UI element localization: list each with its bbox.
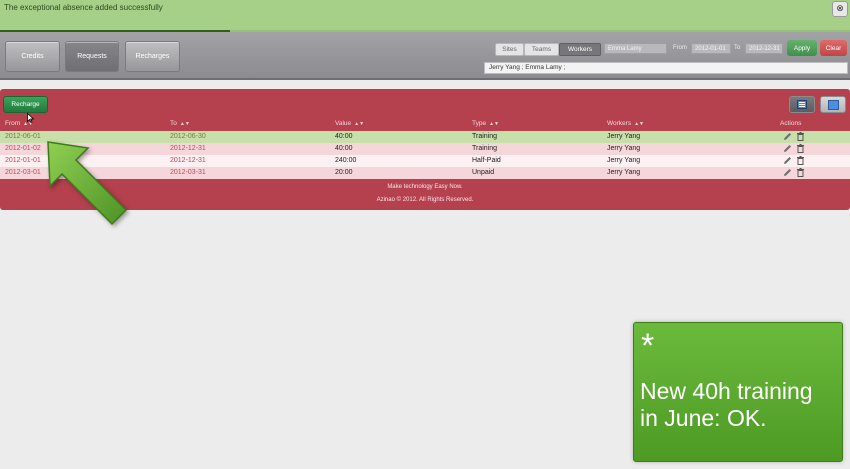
cell-type: Training	[472, 145, 498, 152]
cell-workers: Jerry Yang	[607, 133, 641, 140]
to-date-field[interactable]: 2012-12-31	[745, 43, 783, 54]
cell-value: 40:00	[335, 133, 353, 140]
from-date-field[interactable]: 2012-01-01	[691, 43, 731, 54]
col-to[interactable]: To ▲▼	[170, 120, 190, 127]
table-header: From ▲▼ To ▲▼ Value ▲▼ Type ▲▼ Workers ▲▼ Act…	[0, 118, 850, 130]
tab-recharges[interactable]: Recharges	[125, 41, 180, 72]
mouse-cursor-icon	[27, 113, 34, 123]
cell-to: 2012-12-31	[170, 145, 206, 152]
filter-workers[interactable]: Workers	[559, 43, 601, 56]
cell-to: 2012-06-30	[170, 133, 206, 140]
filter-sites[interactable]: Sites	[495, 43, 524, 56]
clear-button[interactable]: Clear	[820, 40, 847, 56]
calendar-view-button[interactable]	[820, 96, 846, 113]
caption-box: * New 40h training in June: OK.	[633, 322, 843, 462]
notification-bar: The exceptional absence added successful…	[0, 0, 850, 32]
cell-from: 2012-06-01	[5, 133, 41, 140]
list-view-button[interactable]	[789, 96, 815, 113]
cell-from: 2012-03-01	[5, 169, 41, 176]
trash-icon[interactable]	[796, 156, 805, 165]
from-label: From	[673, 45, 687, 51]
trash-icon[interactable]	[796, 132, 805, 141]
close-icon[interactable]: ⊗	[832, 1, 848, 17]
trash-icon[interactable]	[796, 168, 805, 177]
cell-value: 240:00	[335, 157, 357, 164]
cell-type: Training	[472, 133, 498, 140]
cell-value: 20:00	[335, 169, 353, 176]
selected-workers-box[interactable]: Jerry Yang ; Emma Lamy ;	[484, 62, 848, 74]
cell-workers: Jerry Yang	[607, 145, 641, 152]
notification-message: The exceptional absence added successful…	[4, 3, 163, 12]
sort-icon: ▲▼	[489, 121, 499, 127]
cell-from: 2012-01-01	[5, 157, 41, 164]
top-toolbar: Credits Requests Recharges Sites Teams W…	[0, 32, 850, 80]
to-label: To	[734, 45, 741, 51]
trash-icon[interactable]	[796, 144, 805, 153]
col-type[interactable]: Type ▲▼	[472, 120, 499, 127]
caption-text: New 40h training in June: OK.	[640, 378, 813, 431]
col-actions: Actions	[780, 120, 802, 127]
col-value[interactable]: Value ▲▼	[335, 120, 364, 127]
cell-type: Half-Paid	[472, 157, 501, 164]
cell-type: Unpaid	[472, 169, 495, 176]
list-view-icon	[797, 100, 807, 109]
filter-teams[interactable]: Teams	[524, 43, 559, 56]
col-workers[interactable]: Workers ▲▼	[607, 120, 644, 127]
sort-icon: ▲▼	[354, 121, 365, 127]
cell-workers: Jerry Yang	[607, 157, 641, 164]
caption-star: *	[641, 327, 655, 365]
green-arrow-icon	[47, 141, 128, 226]
edit-icon[interactable]	[783, 156, 792, 165]
calendar-view-icon	[827, 99, 839, 110]
cell-from: 2012-01-02	[5, 145, 41, 152]
cell-to: 2012-12-31	[170, 157, 206, 164]
sort-icon: ▲▼	[179, 121, 190, 127]
worker-field[interactable]: Emma Lamy	[604, 43, 667, 54]
edit-icon[interactable]	[783, 168, 792, 177]
cell-value: 40:00	[335, 145, 353, 152]
apply-button[interactable]: Apply	[787, 40, 817, 56]
tab-requests[interactable]: Requests	[65, 41, 119, 72]
edit-icon[interactable]	[783, 144, 792, 153]
sort-icon: ▲▼	[634, 121, 644, 127]
tab-credits[interactable]: Credits	[5, 41, 60, 72]
cell-workers: Jerry Yang	[607, 169, 641, 176]
edit-icon[interactable]	[783, 132, 792, 141]
recharge-button[interactable]: Recharge	[3, 96, 48, 113]
cell-to: 2012-03-31	[170, 169, 206, 176]
